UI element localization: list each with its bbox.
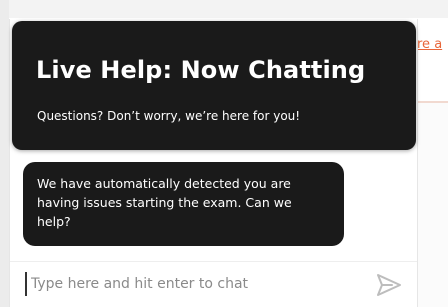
send-icon: [375, 271, 403, 299]
background-right-lower: [418, 103, 448, 307]
chat-subtitle: Questions? Don’t worry, we’re here for y…: [37, 109, 301, 123]
agent-message-bubble: We have automatically detected you are h…: [23, 162, 344, 246]
background-link[interactable]: re a: [417, 37, 442, 52]
agent-message-text: We have automatically detected you are h…: [37, 176, 292, 229]
message-list: We have automatically detected you are h…: [10, 159, 417, 259]
chat-input[interactable]: [25, 272, 361, 296]
chat-widget: Live Help: Now Chatting Questions? Don’t…: [9, 19, 418, 307]
background-left-strip: [0, 0, 9, 307]
send-button[interactable]: [375, 271, 403, 299]
chat-header: Live Help: Now Chatting Questions? Don’t…: [12, 21, 416, 150]
chat-composer: [10, 261, 417, 307]
background-right-panel: [418, 18, 448, 102]
page: re a Live Help: Now Chatting Questions? …: [0, 0, 448, 307]
background-top-strip: [0, 0, 448, 18]
chat-title: Live Help: Now Chatting: [36, 56, 366, 84]
